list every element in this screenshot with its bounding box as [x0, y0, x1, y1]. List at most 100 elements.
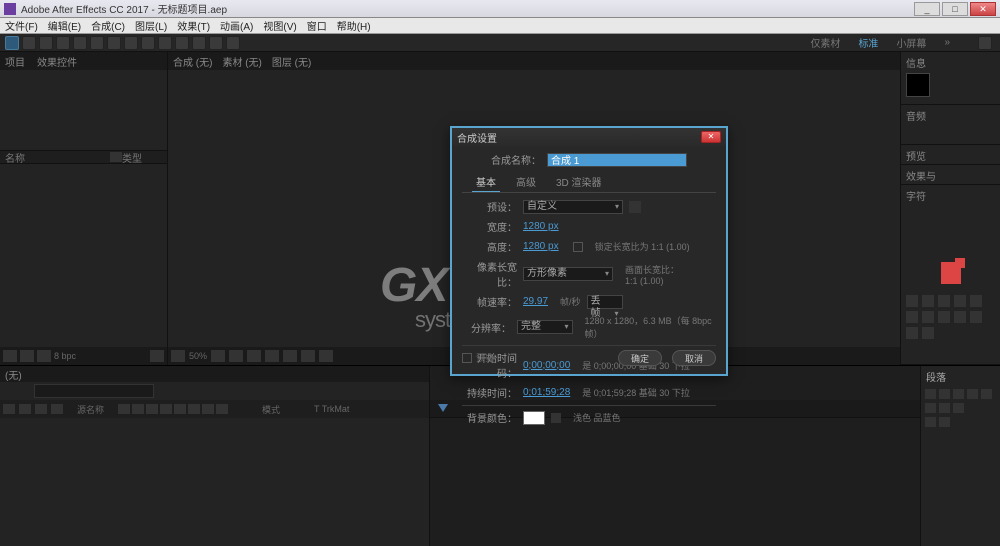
workspace-standard[interactable]: 标准	[858, 35, 878, 50]
dialog-titlebar[interactable]: 合成设置 ✕	[452, 128, 726, 146]
close-button[interactable]: ✕	[970, 2, 996, 16]
new-folder-icon[interactable]	[20, 350, 34, 362]
magnification-icon[interactable]	[171, 350, 185, 362]
lock-toggle-icon[interactable]	[35, 404, 47, 414]
tab-layer-viewer[interactable]: 图层 (无)	[272, 54, 311, 69]
menu-effect[interactable]: 效果(T)	[177, 18, 210, 33]
col-mode[interactable]: 模式	[262, 403, 280, 416]
tab-3d-renderer[interactable]: 3D 渲染器	[552, 172, 606, 192]
char-opt-icon[interactable]	[970, 311, 982, 323]
indent-icon[interactable]	[953, 403, 964, 413]
char-opt-icon[interactable]	[906, 327, 918, 339]
col-name[interactable]: 名称	[5, 150, 110, 165]
interpret-footage-icon[interactable]	[3, 350, 17, 362]
effects-panel-header[interactable]: 效果与	[906, 168, 995, 182]
workspace-small[interactable]: 小屏幕	[896, 35, 926, 50]
justify-icon[interactable]	[981, 389, 992, 399]
col-type[interactable]: 类型	[122, 150, 162, 165]
region-icon[interactable]	[265, 350, 279, 362]
mask-icon[interactable]	[247, 350, 261, 362]
menu-view[interactable]: 视图(V)	[263, 18, 296, 33]
switch-icon[interactable]	[188, 404, 200, 414]
magnification-value[interactable]: 50%	[189, 351, 207, 361]
switch-icon[interactable]	[160, 404, 172, 414]
preview-checkbox[interactable]	[462, 353, 472, 363]
width-input[interactable]: 1280 px	[523, 221, 559, 232]
align-center-icon[interactable]	[939, 389, 950, 399]
switch-icon[interactable]	[132, 404, 144, 414]
tab-basic[interactable]: 基本	[472, 172, 500, 192]
rotate-tool-icon[interactable]	[56, 36, 70, 50]
switch-icon[interactable]	[216, 404, 228, 414]
eyedropper-icon[interactable]	[551, 413, 561, 423]
char-opt-icon[interactable]	[906, 311, 918, 323]
playhead-icon[interactable]	[438, 404, 448, 412]
char-opt-icon[interactable]	[954, 295, 966, 307]
menu-file[interactable]: 文件(F)	[5, 18, 38, 33]
switch-icon[interactable]	[118, 404, 130, 414]
align-right-icon[interactable]	[953, 389, 964, 399]
resolution-icon[interactable]	[211, 350, 225, 362]
par-dropdown[interactable]: 方形像素	[523, 267, 613, 281]
tab-footage-viewer[interactable]: 素材 (无)	[222, 54, 261, 69]
menu-window[interactable]: 窗口	[307, 18, 327, 33]
switch-icon[interactable]	[202, 404, 214, 414]
col-trkmat[interactable]: T TrkMat	[314, 404, 349, 414]
label-icon[interactable]	[51, 404, 63, 414]
menu-composition[interactable]: 合成(C)	[91, 18, 125, 33]
timeline-tab[interactable]: (无)	[5, 367, 22, 382]
search-help-icon[interactable]	[978, 36, 992, 50]
paragraph-panel-header[interactable]: 段落	[921, 366, 1000, 387]
tab-project[interactable]: 项目	[5, 54, 25, 69]
preview-panel-header[interactable]: 预览	[906, 148, 995, 162]
char-opt-icon[interactable]	[938, 295, 950, 307]
clone-tool-icon[interactable]	[175, 36, 189, 50]
eraser-tool-icon[interactable]	[192, 36, 206, 50]
tab-effect-controls[interactable]: 效果控件	[37, 54, 77, 69]
bgcolor-swatch[interactable]	[523, 411, 545, 425]
char-opt-icon[interactable]	[938, 311, 950, 323]
workspace-more-icon[interactable]: »	[944, 37, 950, 48]
info-panel-header[interactable]: 信息	[906, 55, 995, 69]
new-comp-icon[interactable]	[37, 350, 51, 362]
resolution-dropdown[interactable]: 完整	[517, 320, 573, 334]
camera-tool-icon[interactable]	[73, 36, 87, 50]
duration-input[interactable]: 0;01;59;28	[523, 387, 570, 398]
col-source-name[interactable]: 源名称	[77, 403, 104, 416]
selection-tool-icon[interactable]	[5, 36, 19, 50]
delete-icon[interactable]	[150, 350, 164, 362]
align-left-icon[interactable]	[925, 389, 936, 399]
justify-icon[interactable]	[967, 389, 978, 399]
char-opt-icon[interactable]	[922, 311, 934, 323]
character-panel-header[interactable]: 字符	[906, 188, 995, 202]
pan-behind-tool-icon[interactable]	[90, 36, 104, 50]
shape-tool-icon[interactable]	[107, 36, 121, 50]
hand-tool-icon[interactable]	[22, 36, 36, 50]
maximize-button[interactable]: □	[942, 2, 968, 16]
puppet-tool-icon[interactable]	[226, 36, 240, 50]
solo-toggle-icon[interactable]	[19, 404, 31, 414]
roto-tool-icon[interactable]	[209, 36, 223, 50]
lock-aspect-checkbox[interactable]	[573, 242, 583, 252]
cancel-button[interactable]: 取消	[672, 350, 716, 366]
tab-advanced[interactable]: 高级	[512, 172, 540, 192]
timeline-search-input[interactable]	[34, 384, 154, 398]
indent-icon[interactable]	[939, 403, 950, 413]
fps-input[interactable]: 29.97	[523, 296, 548, 307]
pen-tool-icon[interactable]	[124, 36, 138, 50]
channel-icon[interactable]	[283, 350, 297, 362]
space-icon[interactable]	[939, 417, 950, 427]
start-tc-input[interactable]: 0;00;00;00	[523, 360, 570, 371]
indent-icon[interactable]	[925, 403, 936, 413]
menu-edit[interactable]: 编辑(E)	[48, 18, 81, 33]
space-icon[interactable]	[925, 417, 936, 427]
minimize-button[interactable]: _	[914, 2, 940, 16]
dialog-close-button[interactable]: ✕	[701, 131, 721, 143]
comp-name-input[interactable]	[547, 153, 687, 167]
char-opt-icon[interactable]	[922, 295, 934, 307]
grid-icon[interactable]	[229, 350, 243, 362]
snapshot-icon[interactable]	[319, 350, 333, 362]
menu-animation[interactable]: 动画(A)	[220, 18, 253, 33]
av-toggle-icon[interactable]	[3, 404, 15, 414]
workspace-essentials[interactable]: 仅素材	[810, 35, 840, 50]
